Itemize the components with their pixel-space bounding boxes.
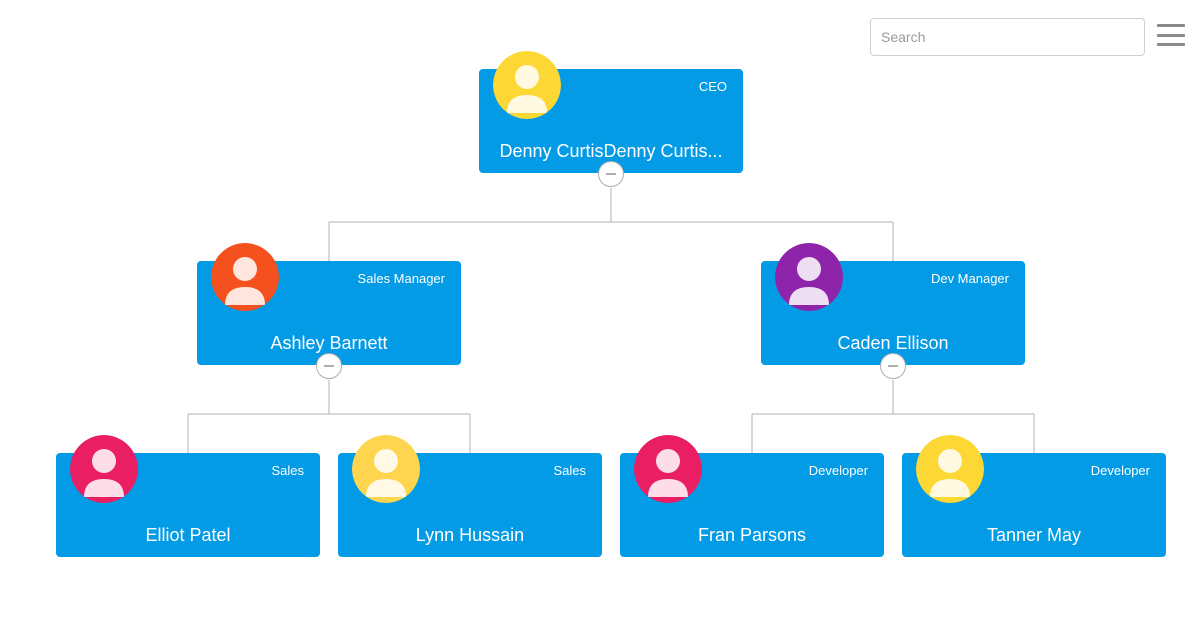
search-input[interactable] — [881, 29, 1134, 45]
org-node-name: Tanner May — [902, 525, 1166, 546]
org-node-name: Lynn Hussain — [338, 525, 602, 546]
org-node-name: Caden Ellison — [761, 333, 1025, 354]
collapse-handle[interactable] — [316, 353, 342, 379]
org-node-name: Fran Parsons — [620, 525, 884, 546]
avatar — [634, 435, 702, 503]
org-node-role: Dev Manager — [931, 271, 1009, 286]
org-node-ceo[interactable]: CEO Denny CurtisDenny Curtis... — [479, 69, 743, 173]
org-node-role: Sales — [271, 463, 304, 478]
avatar — [70, 435, 138, 503]
org-node-name: Ashley Barnett — [197, 333, 461, 354]
search-bar[interactable] — [870, 18, 1145, 56]
avatar — [916, 435, 984, 503]
org-node-sales-1[interactable]: Sales Elliot Patel — [56, 453, 320, 557]
org-node-name: Denny CurtisDenny Curtis... — [479, 141, 743, 162]
org-node-role: Developer — [809, 463, 868, 478]
avatar — [493, 51, 561, 119]
org-node-dev-manager[interactable]: Dev Manager Caden Ellison — [761, 261, 1025, 365]
org-node-sales-2[interactable]: Sales Lynn Hussain — [338, 453, 602, 557]
org-node-role: Sales Manager — [358, 271, 445, 286]
org-node-dev-1[interactable]: Developer Fran Parsons — [620, 453, 884, 557]
org-node-sales-manager[interactable]: Sales Manager Ashley Barnett — [197, 261, 461, 365]
org-node-role: CEO — [699, 79, 727, 94]
collapse-handle[interactable] — [880, 353, 906, 379]
org-node-role: Developer — [1091, 463, 1150, 478]
org-node-role: Sales — [553, 463, 586, 478]
collapse-handle[interactable] — [598, 161, 624, 187]
hamburger-icon[interactable] — [1157, 24, 1185, 46]
avatar — [352, 435, 420, 503]
avatar — [775, 243, 843, 311]
org-node-name: Elliot Patel — [56, 525, 320, 546]
org-node-dev-2[interactable]: Developer Tanner May — [902, 453, 1166, 557]
avatar — [211, 243, 279, 311]
